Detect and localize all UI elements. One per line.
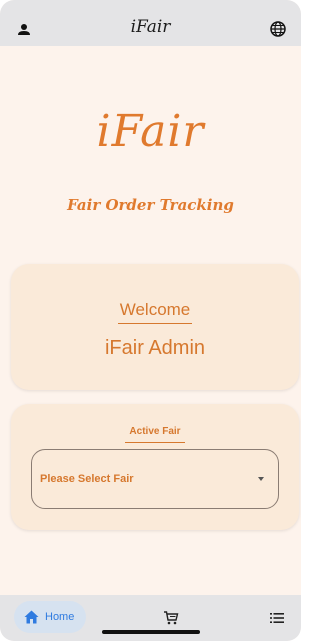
welcome-label: Welcome <box>119 300 191 319</box>
active-fair-label: Active Fair <box>129 426 181 437</box>
home-indicator <box>102 630 200 634</box>
dropdown-arrow-icon <box>258 477 264 481</box>
app-title: iFair <box>130 17 171 37</box>
cart-icon[interactable] <box>163 610 179 626</box>
fair-select-value: Please Select Fair <box>40 473 134 485</box>
bottom-navigation: Home <box>0 595 301 641</box>
app-screen: iFair iFair Fair Order Tracking Welcome … <box>0 0 301 641</box>
nav-home-button[interactable]: Home <box>14 601 86 633</box>
user-name: iFair Admin <box>104 337 206 359</box>
home-icon <box>24 610 39 624</box>
fair-select-dropdown[interactable]: Please Select Fair <box>31 449 279 509</box>
top-app-bar: iFair <box>0 0 301 46</box>
brand-logo: iFair <box>96 106 205 157</box>
brand-tagline: Fair Order Tracking <box>67 196 234 214</box>
active-fair-card: Active Fair Please Select Fair <box>11 404 299 530</box>
welcome-card: Welcome iFair Admin <box>11 264 299 390</box>
globe-icon[interactable] <box>268 19 288 39</box>
welcome-divider <box>118 323 192 324</box>
list-icon[interactable] <box>270 611 284 623</box>
active-fair-divider <box>125 442 185 443</box>
nav-home-label: Home <box>45 611 75 623</box>
